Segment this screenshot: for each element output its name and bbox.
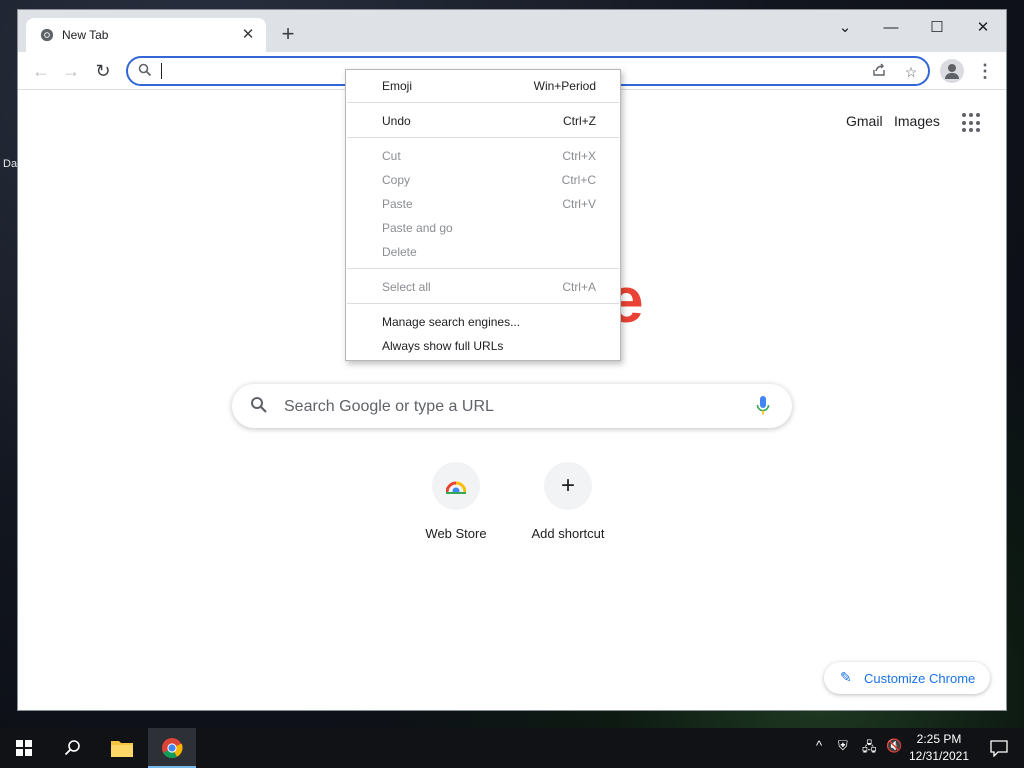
gmail-link[interactable]: Gmail [846,113,883,129]
start-button[interactable] [0,728,48,768]
windows-taskbar: ^ ⛨ 🖧 🔇 2:25 PM 12/31/2021 [0,728,1024,768]
plus-icon: + [544,462,592,510]
menu-separator [347,102,619,103]
menu-item-label: Paste and go [382,221,453,235]
taskbar-clock[interactable]: 2:25 PM 12/31/2021 [904,731,974,765]
chrome-icon [162,738,183,759]
shortcut-label: Web Store [425,526,487,541]
menu-item-cut: Cut Ctrl+X [346,145,620,167]
reload-icon[interactable]: ↻ [92,60,114,82]
new-tab-button[interactable]: + [276,23,300,47]
microphone-icon[interactable] [756,396,770,416]
menu-item-shortcut: Ctrl+C [561,173,596,187]
search-icon [250,396,270,416]
tab-title: New Tab [62,28,109,42]
pencil-icon: ✎ [840,669,852,685]
menu-item-manage-search-engines[interactable]: Manage search engines... [346,311,620,333]
menu-item-emoji[interactable]: Emoji Win+Period [346,75,620,97]
bookmark-star-icon[interactable]: ☆ [902,63,920,81]
menu-separator [347,137,619,138]
back-arrow-icon[interactable]: ← [30,60,52,82]
menu-item-label: Copy [382,173,411,187]
shortcut-web-store[interactable]: Web Store [400,462,512,541]
menu-item-label: Cut [382,149,401,163]
search-placeholder: Search Google or type a URL [284,398,494,415]
clock-date: 12/31/2021 [908,749,970,763]
show-hidden-icons-chevron-icon[interactable]: ^ [816,738,822,753]
menu-item-label: Undo [382,114,411,128]
text-cursor [161,63,162,79]
title-bar: New Tab ✕ + ⌄ — ☐ ✕ [18,10,1006,52]
clock-time: 2:25 PM [916,732,962,746]
menu-item-always-show-full-urls[interactable]: Always show full URLs [346,335,620,357]
menu-item-delete: Delete [346,241,620,263]
network-icon[interactable]: 🖧 [862,738,877,760]
close-window-button[interactable]: ✕ [966,14,1000,42]
shortcut-label: Add shortcut [531,526,605,541]
volume-muted-icon[interactable]: 🔇 [886,738,902,754]
menu-item-copy: Copy Ctrl+C [346,169,620,191]
chrome-web-store-icon [432,462,480,510]
ntp-search-box[interactable]: Search Google or type a URL [232,384,792,428]
desktop-icon-label[interactable]: Da [3,158,17,170]
menu-item-shortcut: Win+Period [533,79,596,93]
menu-separator [347,303,619,304]
menu-item-label: Always show full URLs [382,339,504,353]
customize-chrome-button[interactable]: ✎ Customize Chrome [824,662,990,694]
file-explorer-button[interactable] [98,728,146,768]
action-center-button[interactable] [976,728,1024,768]
folder-icon [111,741,133,757]
menu-separator [347,268,619,269]
shortcut-add[interactable]: + Add shortcut [512,462,624,541]
menu-item-label: Paste [382,197,413,211]
omnibox-context-menu: Emoji Win+Period Undo Ctrl+Z Cut Ctrl+X … [345,69,621,361]
search-icon [136,63,154,81]
tab-new-tab[interactable]: New Tab ✕ [26,18,266,52]
chrome-menu-icon[interactable]: ⋮ [976,60,994,82]
menu-item-shortcut: Ctrl+Z [563,114,596,128]
menu-item-label: Manage search engines... [382,315,521,329]
customize-label: Customize Chrome [864,671,976,686]
menu-item-label: Emoji [382,79,413,93]
menu-item-paste: Paste Ctrl+V [346,193,620,215]
images-link[interactable]: Images [894,113,940,129]
minimize-button[interactable]: — [874,14,908,42]
chrome-taskbar-button[interactable] [148,728,196,768]
menu-item-label: Select all [382,280,431,294]
menu-item-label: Delete [382,245,417,259]
menu-item-paste-and-go: Paste and go [346,217,620,239]
menu-item-undo[interactable]: Undo Ctrl+Z [346,110,620,132]
search-button[interactable] [48,728,96,768]
menu-item-shortcut: Ctrl+A [562,280,596,294]
tab-close-icon[interactable]: ✕ [238,25,258,45]
chrome-icon [40,28,54,42]
maximize-button[interactable]: ☐ [920,14,954,42]
menu-item-shortcut: Ctrl+X [562,149,596,163]
notification-icon [990,740,1008,757]
tab-search-button[interactable]: ⌄ [828,14,862,42]
forward-arrow-icon[interactable]: → [60,60,82,82]
search-icon [64,740,80,756]
windows-logo-icon [16,740,32,756]
google-apps-icon[interactable] [962,113,982,133]
share-icon[interactable] [870,63,888,81]
menu-item-select-all: Select all Ctrl+A [346,276,620,298]
profile-avatar-icon[interactable] [940,59,964,83]
security-center-icon[interactable]: ⛨ [838,738,848,754]
menu-item-shortcut: Ctrl+V [562,197,596,211]
